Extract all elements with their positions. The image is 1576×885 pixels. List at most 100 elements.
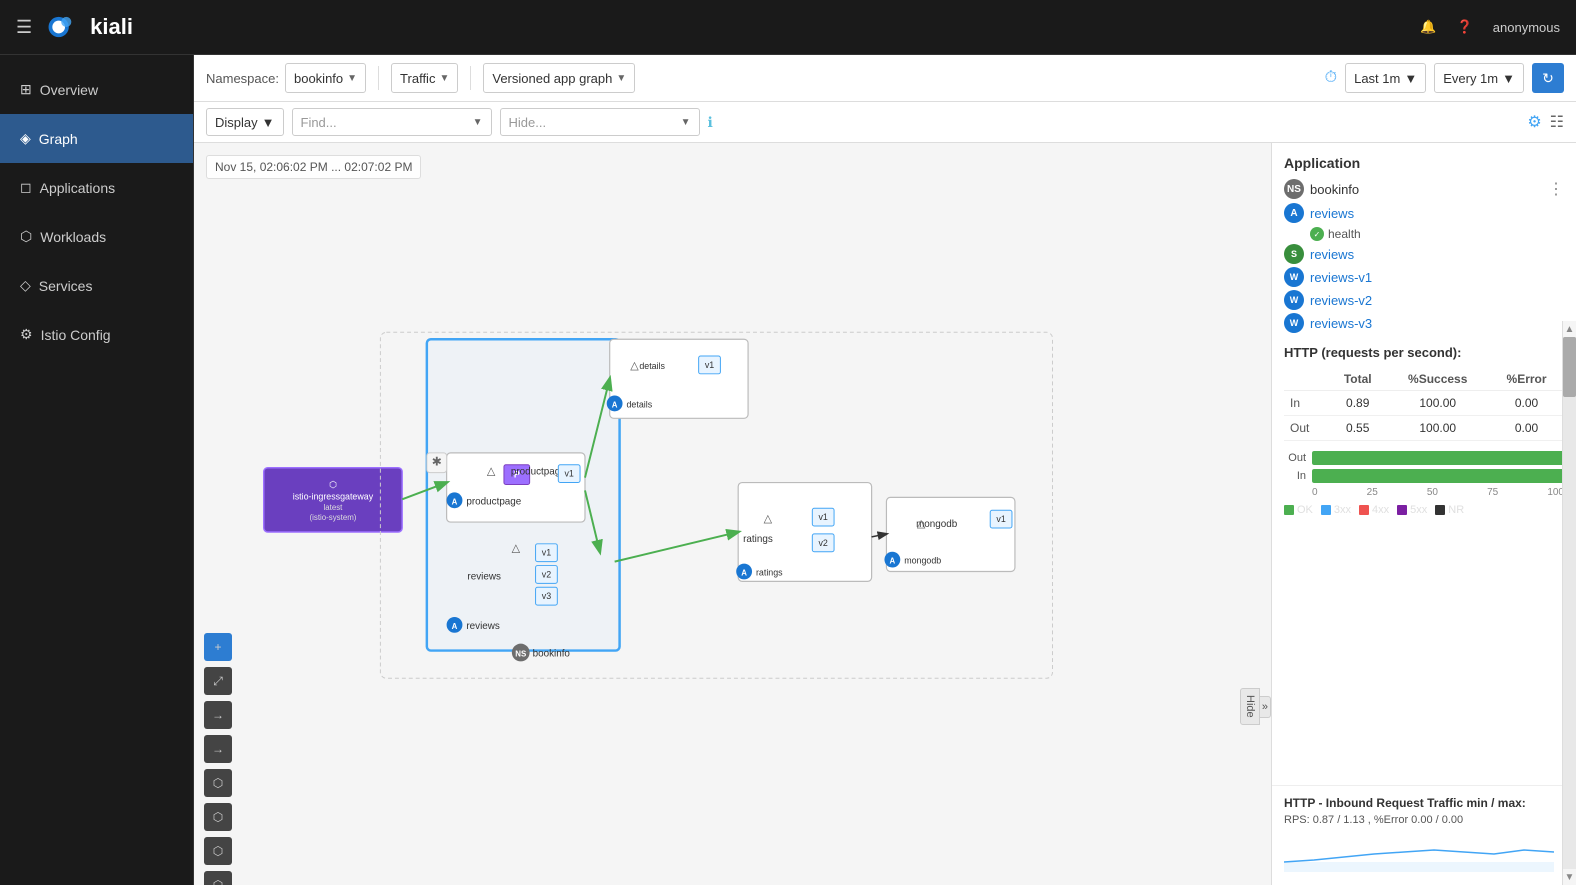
svg-text:⬡: ⬡	[329, 479, 337, 489]
graph-type-select[interactable]: Versioned app graph ▼	[483, 63, 635, 93]
find-arrow-icon: ▼	[473, 117, 483, 128]
scroll-thumb[interactable]	[1563, 337, 1576, 397]
svg-text:A: A	[890, 557, 896, 566]
w1-badge: W	[1284, 267, 1304, 287]
toolbar-main: Namespace: bookinfo ▼ Traffic ▼ Versione…	[194, 55, 1576, 102]
layout1-button[interactable]: ⬡	[204, 769, 232, 797]
axis-25: 25	[1367, 487, 1378, 498]
hide-panel-arrow-icon[interactable]: »	[1260, 696, 1271, 718]
svg-text:v2: v2	[818, 538, 827, 548]
svg-text:A: A	[452, 622, 458, 631]
cell-direction: In	[1284, 391, 1329, 416]
svg-text:mongodb: mongodb	[904, 556, 941, 566]
http-title: HTTP (requests per second):	[1284, 345, 1564, 360]
workload-v3-name[interactable]: reviews-v3	[1310, 316, 1372, 331]
graph-settings-icon[interactable]: ⚙	[1527, 112, 1541, 132]
info-icon[interactable]: ℹ	[708, 114, 713, 131]
namespace-select[interactable]: bookinfo ▼	[285, 63, 366, 93]
toolbar2-right: ⚙ ☷	[1527, 112, 1564, 132]
col-total: Total	[1329, 368, 1386, 391]
zoom-in-button[interactable]: +	[204, 633, 232, 661]
app-a-name[interactable]: reviews	[1310, 206, 1354, 221]
arrow-left-button[interactable]: →	[204, 701, 232, 729]
col-error: %Error	[1489, 368, 1564, 391]
sidebar-item-graph[interactable]: ◈ Graph	[0, 114, 193, 163]
svg-text:(istio-system): (istio-system)	[310, 513, 357, 522]
table-header-row: Total %Success %Error	[1284, 368, 1564, 391]
namespace-label: Namespace:	[206, 71, 279, 86]
layout2-button[interactable]: ⬡	[204, 803, 232, 831]
applications-icon: ◻	[20, 179, 32, 196]
scroll-down-button[interactable]: ▼	[1563, 869, 1576, 885]
cell-direction: Out	[1284, 416, 1329, 441]
svg-text:mongodb: mongodb	[916, 519, 958, 530]
refresh-button[interactable]: ↻	[1532, 63, 1564, 93]
svg-text:△: △	[764, 513, 773, 525]
table-row: Out 0.55 100.00 0.00	[1284, 416, 1564, 441]
legend-color	[1435, 505, 1445, 515]
find-input[interactable]: Find... ▼	[292, 108, 492, 136]
namespace-arrow-icon: ▼	[347, 73, 357, 84]
hide-arrow-icon: ▼	[681, 117, 691, 128]
svg-text:v2: v2	[542, 569, 551, 579]
find-placeholder: Find...	[301, 115, 473, 130]
layout4-button[interactable]: ⬡	[204, 871, 232, 885]
hide-panel-button[interactable]: Hide	[1240, 688, 1260, 725]
cell-error: 0.00	[1489, 391, 1564, 416]
legend-item: 5xx	[1397, 504, 1427, 516]
bar-legend: OK 3xx 4xx 5xx NR	[1284, 504, 1564, 516]
workload-v3-row: W reviews-v3	[1284, 313, 1564, 333]
ns-row: NS bookinfo ⋮	[1284, 179, 1564, 199]
bar-axis: 0 25 50 75 100	[1284, 487, 1564, 498]
notification-icon[interactable]: 🔔	[1420, 19, 1436, 35]
display-select[interactable]: Display ▼	[206, 108, 284, 136]
legend-item: 4xx	[1359, 504, 1389, 516]
sidebar-item-overview[interactable]: ⊞ Overview	[0, 65, 193, 114]
sidebar-item-applications[interactable]: ◻ Applications	[0, 163, 193, 212]
scroll-up-button[interactable]: ▲	[1563, 321, 1576, 337]
namespace-value: bookinfo	[294, 71, 343, 86]
sidebar-item-workloads[interactable]: ⬡ Workloads	[0, 212, 193, 261]
toolbar-secondary: Display ▼ Find... ▼ Hide... ▼ ℹ ⚙ ☷	[194, 102, 1576, 143]
graph-legend-icon[interactable]: ☷	[1550, 112, 1564, 132]
cell-total: 0.89	[1329, 391, 1386, 416]
hamburger-icon[interactable]: ☰	[16, 17, 32, 38]
svg-text:△: △	[487, 466, 496, 478]
service-reviews-name[interactable]: reviews	[1310, 247, 1354, 262]
bar-in-row: In	[1284, 469, 1564, 483]
refresh-interval-select[interactable]: Every 1m ▼	[1434, 63, 1524, 93]
sparkline-chart	[1284, 832, 1554, 872]
istio-config-icon: ⚙	[20, 326, 33, 343]
workload-v2-name[interactable]: reviews-v2	[1310, 293, 1372, 308]
workload-v1-name[interactable]: reviews-v1	[1310, 270, 1372, 285]
sidebar-item-label-istio: Istio Config	[41, 327, 111, 343]
scrollbar[interactable]: ▲ ▼	[1562, 321, 1576, 885]
traffic-label: Traffic	[400, 71, 435, 86]
help-icon[interactable]: ❓	[1457, 19, 1473, 35]
logo-text: kiali	[90, 14, 133, 40]
svg-text:latest: latest	[324, 503, 344, 512]
svg-text:ratings: ratings	[743, 534, 773, 545]
legend-label: 3xx	[1334, 504, 1351, 516]
clock-icon: ⏱	[1325, 69, 1337, 87]
graph-canvas[interactable]: Nov 15, 02:06:02 PM ... 02:07:02 PM + ⤢ …	[194, 143, 1271, 885]
refresh-interval-label: Every 1m	[1443, 71, 1498, 86]
cell-total: 0.55	[1329, 416, 1386, 441]
w2-badge: W	[1284, 290, 1304, 310]
svg-text:ratings: ratings	[756, 567, 783, 577]
sidebar-item-istio-config[interactable]: ⚙ Istio Config	[0, 310, 193, 359]
graph-timestamp: Nov 15, 02:06:02 PM ... 02:07:02 PM	[206, 155, 421, 179]
hide-input[interactable]: Hide... ▼	[500, 108, 700, 136]
fit-screen-button[interactable]: ⤢	[204, 667, 232, 695]
axis-0: 0	[1312, 487, 1318, 498]
svg-text:details: details	[627, 399, 653, 409]
bottom-title: HTTP - Inbound Request Traffic min / max…	[1284, 796, 1564, 810]
traffic-select[interactable]: Traffic ▼	[391, 63, 458, 93]
layout3-button[interactable]: ⬡	[204, 837, 232, 865]
sidebar-item-services[interactable]: ◇ Services	[0, 261, 193, 310]
display-arrow-icon: ▼	[262, 115, 275, 130]
more-options-button[interactable]: ⋮	[1548, 179, 1564, 199]
time-range-select[interactable]: Last 1m ▼	[1345, 63, 1426, 93]
arrow-right-button[interactable]: →	[204, 735, 232, 763]
legend-item: OK	[1284, 504, 1313, 516]
